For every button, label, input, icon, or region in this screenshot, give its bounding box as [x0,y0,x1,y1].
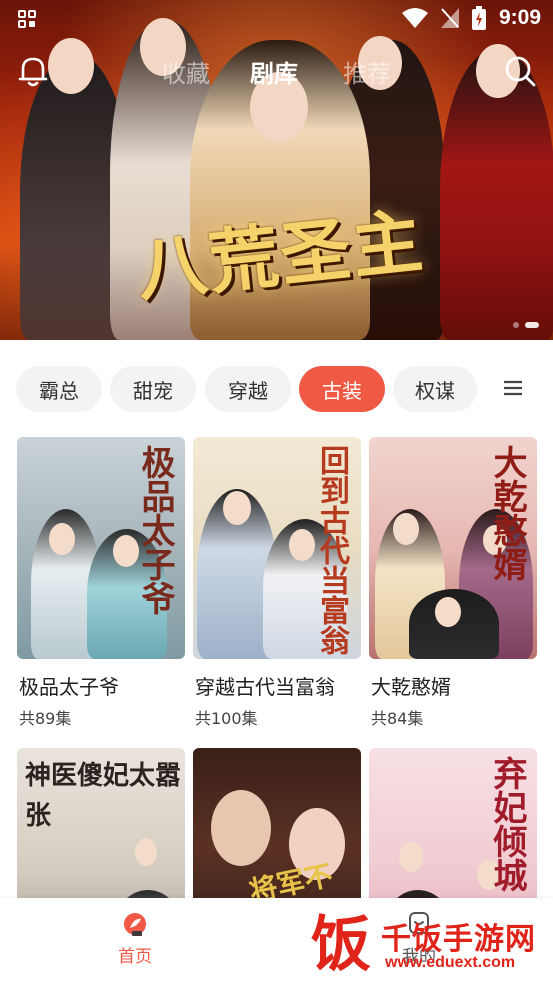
app-grid-icon [18,10,36,28]
tab-favorites[interactable]: 收藏 [162,54,210,89]
category-pill[interactable]: 霸总 [16,366,102,412]
tab-library[interactable]: 剧库 [250,54,298,89]
poster-face [399,842,423,872]
poster-face [135,838,157,866]
bell-icon[interactable] [17,54,49,88]
drama-card[interactable]: 大乾憨婿 大乾憨婿 共84集 [369,437,537,728]
watermark-name: 千饭手游网 [381,922,536,957]
poster-title: 回到古代当富翁 [314,445,349,655]
poster-title: 弃妃倾城 [487,756,527,892]
no-signal-icon [441,8,459,28]
poster-face [393,513,419,545]
banner-pagination [513,322,539,328]
episode-count: 共89集 [19,709,72,728]
nav-home-label: 首页 [118,947,152,967]
drama-poster[interactable]: 大乾憨婿 [369,437,537,659]
nav-home[interactable]: 首页 [100,910,170,967]
poster-face [223,491,251,525]
episode-count: 共84集 [371,709,424,728]
menu-icon[interactable] [501,378,525,398]
poster-face [435,597,461,627]
site-watermark: 饭 千饭手游网 www.eduext.com [305,910,553,980]
home-icon [124,913,146,936]
banner-dot [513,322,519,328]
watermark-logo: 饭 [311,910,371,980]
watermark-url: www.eduext.com [385,954,516,971]
category-pill-active[interactable]: 古装 [299,366,385,412]
drama-card[interactable]: 回到古代当富翁 穿越古代当富翁 共100集 [193,437,361,728]
status-time: 9:09 [498,6,541,29]
drama-title: 大乾憨婿 [371,675,451,699]
category-pill[interactable]: 甜宠 [110,366,196,412]
poster-title: 神医傻妃太嚣张 [25,761,182,831]
wifi-icon [402,8,428,28]
top-nav: 收藏 剧库 推荐 [0,44,553,96]
poster-face [211,790,271,866]
drama-card[interactable]: 极品太子爷 极品太子爷 共89集 [17,437,185,728]
poster-face [49,523,75,555]
poster-title: 极品太子爷 [135,445,175,615]
episode-count: 共100集 [195,709,258,728]
drama-title: 极品太子爷 [19,675,119,699]
drama-poster[interactable]: 极品太子爷 [17,437,185,659]
drama-poster[interactable]: 回到古代当富翁 [193,437,361,659]
battery-charging-icon [472,6,486,30]
category-filter: 霸总 甜宠 穿越 古装 权谋 [0,340,553,434]
tab-recommend[interactable]: 推荐 [343,54,391,89]
banner-dot-active [525,322,539,328]
status-bar: 9:09 [0,0,553,38]
category-pill[interactable]: 穿越 [205,366,291,412]
search-icon[interactable] [503,54,537,88]
drama-title: 穿越古代当富翁 [195,675,335,699]
category-pill[interactable]: 权谋 [393,366,477,412]
poster-title: 大乾憨婿 [487,445,527,581]
